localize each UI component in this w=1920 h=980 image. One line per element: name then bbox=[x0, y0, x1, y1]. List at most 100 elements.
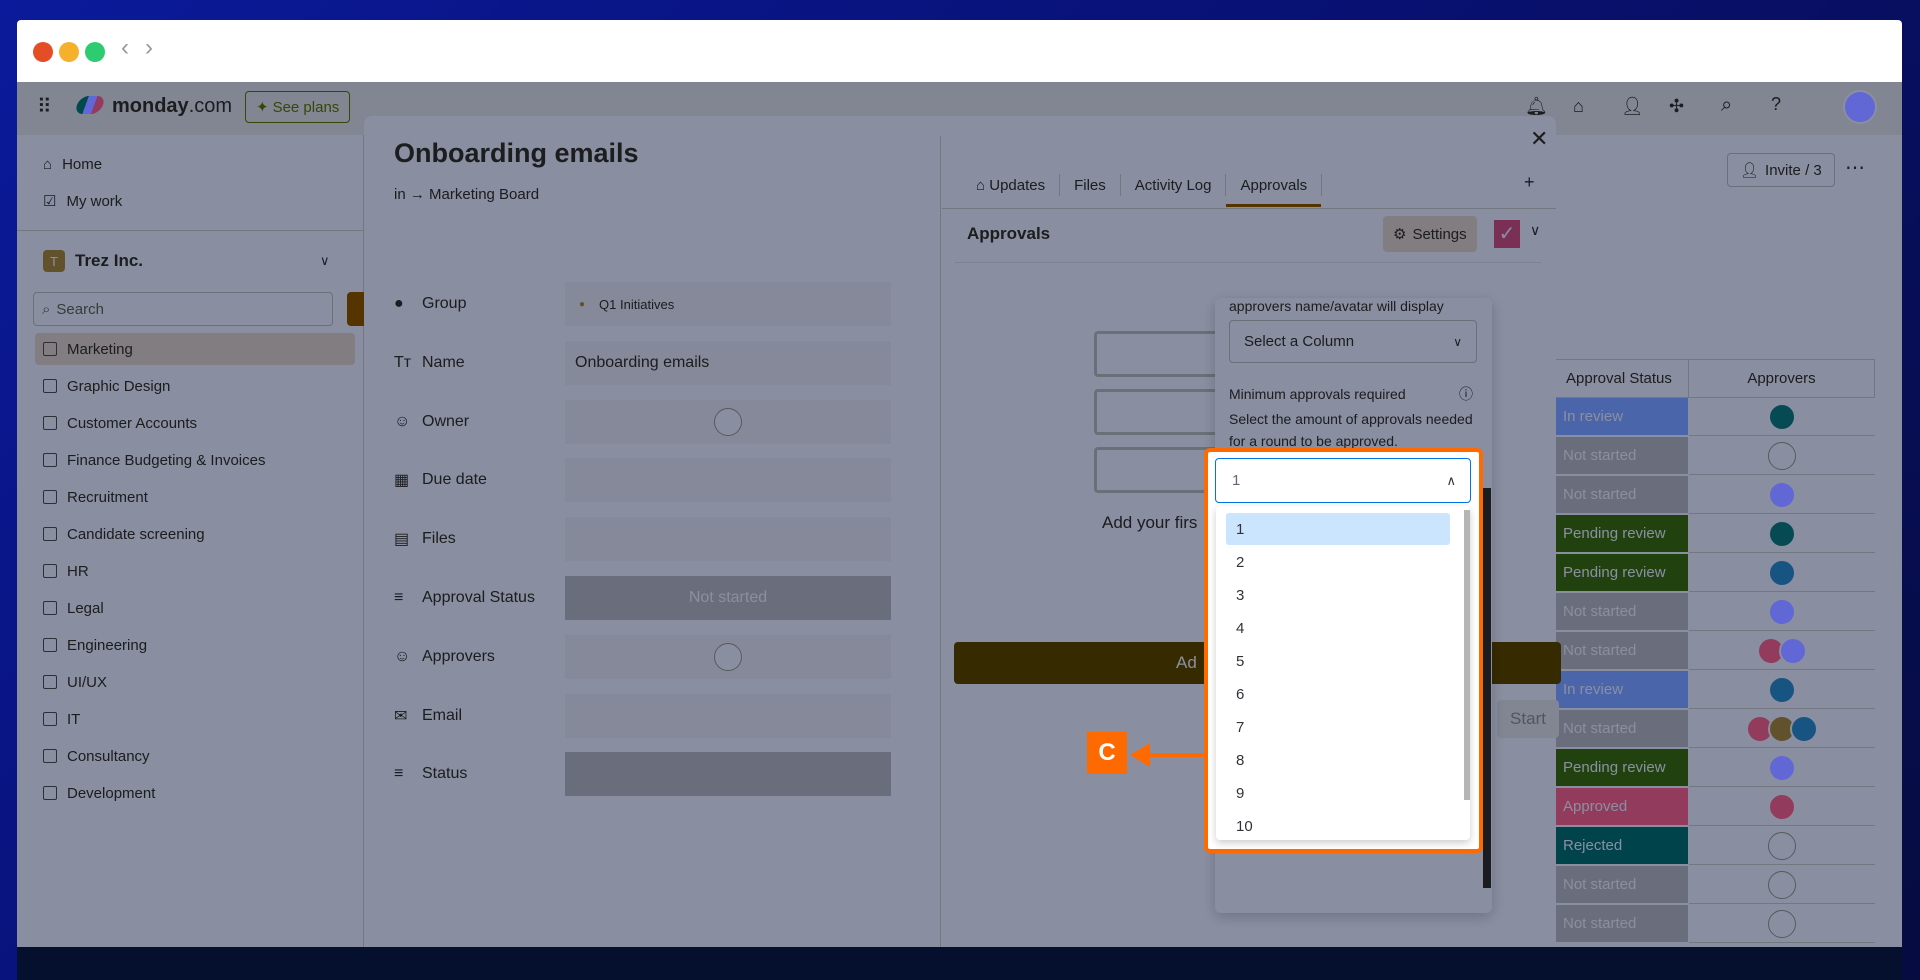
field-label-text: Files bbox=[422, 530, 456, 548]
chevron-down-icon[interactable]: ∨ bbox=[1530, 222, 1540, 239]
option-item[interactable]: 6 bbox=[1226, 678, 1450, 710]
approvers-cell[interactable] bbox=[1689, 710, 1875, 748]
sidebar-item-board[interactable]: Customer Accounts bbox=[35, 407, 355, 439]
sidebar-item-board[interactable]: IT bbox=[35, 703, 355, 735]
close-window-dot[interactable] bbox=[33, 42, 53, 62]
tab-updates[interactable]: ⌂ Updates bbox=[962, 174, 1061, 196]
settings-button[interactable]: ⚙ Settings bbox=[1383, 216, 1477, 252]
approvers-cell[interactable] bbox=[1689, 827, 1875, 865]
sidebar-item-my-work[interactable]: ☑ My work bbox=[35, 185, 355, 217]
option-item[interactable]: 3 bbox=[1226, 579, 1450, 611]
field-value[interactable] bbox=[565, 693, 891, 738]
add-tab-icon[interactable]: + bbox=[1524, 172, 1535, 193]
maximize-window-dot[interactable] bbox=[85, 42, 105, 62]
more-options-icon[interactable]: ⋯ bbox=[1845, 155, 1865, 180]
sidebar-item-board[interactable]: Legal bbox=[35, 592, 355, 624]
add-board-button[interactable] bbox=[347, 292, 364, 326]
option-label: 2 bbox=[1236, 553, 1245, 571]
approvers-cell[interactable] bbox=[1689, 398, 1875, 436]
approvers-cell[interactable] bbox=[1689, 437, 1875, 475]
divider bbox=[942, 208, 1556, 209]
approvers-cell[interactable] bbox=[1689, 866, 1875, 904]
scrollbar[interactable] bbox=[1483, 488, 1491, 888]
sidebar-item-board[interactable]: Finance Budgeting & Invoices bbox=[35, 444, 355, 476]
circle-icon: ● bbox=[394, 295, 404, 312]
field-value[interactable] bbox=[565, 752, 891, 797]
invite-button[interactable]: 👤︎ Invite / 3 bbox=[1727, 153, 1835, 187]
avatar bbox=[1768, 558, 1796, 587]
active-tab-indicator bbox=[1226, 204, 1322, 207]
tab-files[interactable]: Files bbox=[1060, 174, 1121, 196]
option-item[interactable]: 10 bbox=[1226, 810, 1450, 840]
avatar bbox=[1779, 636, 1807, 665]
field-value[interactable] bbox=[565, 634, 891, 679]
approvers-cell[interactable] bbox=[1689, 593, 1875, 631]
option-item[interactable]: 4 bbox=[1226, 612, 1450, 644]
approved-check-icon[interactable]: ✓ bbox=[1494, 220, 1520, 248]
apps-grid-icon[interactable]: ⠿ bbox=[37, 94, 52, 119]
avatar bbox=[1790, 714, 1818, 743]
approvers-cell[interactable] bbox=[1689, 632, 1875, 670]
invite-members-icon[interactable]: 👤︎ bbox=[1621, 96, 1644, 117]
status-label: Pending review bbox=[1563, 564, 1666, 581]
approvers-cell[interactable] bbox=[1689, 749, 1875, 787]
min-approvals-label: Minimum approvals required bbox=[1229, 386, 1406, 402]
field-value[interactable] bbox=[565, 517, 891, 562]
column-select[interactable]: Select a Column ∨ bbox=[1229, 320, 1477, 363]
breadcrumb: in → Marketing Board bbox=[394, 186, 539, 203]
sidebar-item-board[interactable]: HR bbox=[35, 555, 355, 587]
sidebar-item-board[interactable]: Marketing bbox=[35, 333, 355, 365]
sidebar-item-board[interactable]: Graphic Design bbox=[35, 370, 355, 402]
help-icon[interactable]: ? bbox=[1771, 94, 1781, 115]
item-title[interactable]: Onboarding emails bbox=[394, 138, 639, 169]
sidebar-item-board[interactable]: Engineering bbox=[35, 629, 355, 661]
option-item[interactable]: 5 bbox=[1226, 645, 1450, 677]
option-item[interactable]: 7 bbox=[1226, 711, 1450, 743]
user-avatar[interactable] bbox=[1843, 90, 1877, 124]
field-row: ≡ Status bbox=[394, 752, 934, 797]
sidebar-item-board[interactable]: Consultancy bbox=[35, 740, 355, 772]
option-item[interactable]: 1 bbox=[1226, 513, 1450, 545]
integrations-icon[interactable]: ✣ bbox=[1669, 96, 1684, 117]
approvers-cell[interactable] bbox=[1689, 671, 1875, 709]
search-icon[interactable]: ⌕ bbox=[1721, 94, 1732, 117]
inbox-icon[interactable]: ⌂ bbox=[1573, 96, 1584, 117]
breadcrumb-board-link[interactable]: Marketing Board bbox=[429, 186, 539, 203]
minimize-window-dot[interactable] bbox=[59, 42, 79, 62]
min-approvals-select[interactable]: 1 ∧ bbox=[1215, 458, 1471, 503]
sidebar-item-home[interactable]: ⌂ Home bbox=[35, 148, 355, 180]
option-item[interactable]: 9 bbox=[1226, 777, 1450, 809]
start-button[interactable]: Start bbox=[1497, 700, 1559, 738]
workspace-selector[interactable]: T Trez Inc. ∨ bbox=[35, 245, 355, 277]
back-icon[interactable]: ‹ bbox=[121, 34, 129, 62]
approvers-cell[interactable] bbox=[1689, 476, 1875, 514]
column-header-approvers[interactable]: Approvers bbox=[1688, 359, 1875, 398]
forward-icon[interactable]: › bbox=[145, 34, 153, 62]
field-value[interactable]: ● Q1 Initiatives bbox=[565, 282, 891, 326]
status-label: Rejected bbox=[1563, 837, 1623, 854]
field-value[interactable]: Onboarding emails bbox=[565, 340, 891, 385]
close-icon[interactable]: ✕ bbox=[1530, 126, 1548, 152]
listbox-scrollbar[interactable] bbox=[1464, 510, 1470, 800]
sidebar-item-board[interactable]: Development bbox=[35, 777, 355, 809]
bell-icon[interactable]: 🔔︎ bbox=[1525, 96, 1548, 117]
option-item[interactable]: 8 bbox=[1226, 744, 1450, 776]
tab-activity-log[interactable]: Activity Log bbox=[1121, 174, 1227, 196]
field-value[interactable] bbox=[565, 399, 891, 444]
search-input[interactable]: ⌕ Search bbox=[33, 292, 333, 326]
sidebar-item-board[interactable]: Candidate screening bbox=[35, 518, 355, 550]
option-item[interactable]: 2 bbox=[1226, 546, 1450, 578]
tab-approvals[interactable]: Approvals bbox=[1226, 174, 1323, 207]
approvers-cell[interactable] bbox=[1689, 515, 1875, 553]
info-icon[interactable]: ⓘ bbox=[1459, 384, 1473, 404]
field-value[interactable]: Not started bbox=[565, 576, 891, 620]
approvers-cell[interactable] bbox=[1689, 788, 1875, 826]
field-value[interactable] bbox=[565, 458, 891, 503]
approvers-cell[interactable] bbox=[1689, 554, 1875, 592]
approvers-cell[interactable] bbox=[1689, 905, 1875, 943]
field-value-text: Onboarding emails bbox=[575, 353, 710, 371]
option-label: 1 bbox=[1236, 520, 1245, 538]
sidebar-item-board[interactable]: Recruitment bbox=[35, 481, 355, 513]
sidebar-item-board[interactable]: UI/UX bbox=[35, 666, 355, 698]
see-plans-button[interactable]: ✦ See plans bbox=[245, 91, 351, 123]
